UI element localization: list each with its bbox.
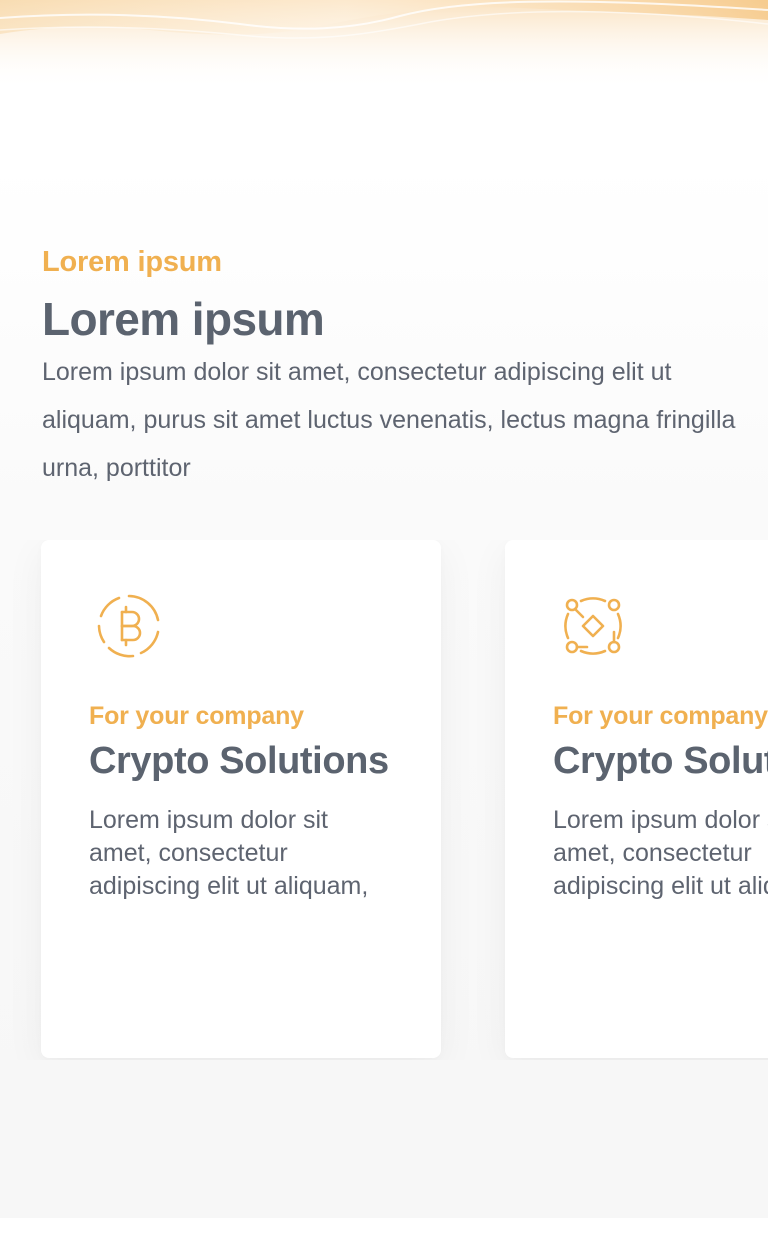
card-title: Crypto Solutions <box>89 740 389 782</box>
section-title: Lorem ipsum <box>42 293 325 345</box>
feature-card[interactable]: For your company Crypto Solutions Lorem … <box>505 540 768 1058</box>
section-eyebrow: Lorem ipsum <box>42 246 222 278</box>
decorative-wave-header <box>0 0 768 90</box>
card-eyebrow: For your company <box>89 702 304 730</box>
card-text: Lorem ipsum dolor sit amet, consectetur … <box>89 806 369 900</box>
feature-cards: For your company Crypto Solutions Lorem … <box>0 540 768 1060</box>
card-title: Crypto Solutions <box>553 740 768 782</box>
blockchain-network-icon <box>564 597 622 655</box>
section-description: Lorem ipsum dolor sit amet, consectetur … <box>42 358 736 482</box>
feature-card[interactable]: For your company Crypto Solutions Lorem … <box>41 540 441 1058</box>
card-eyebrow: For your company <box>553 702 768 730</box>
bitcoin-icon <box>97 594 160 658</box>
card-text: Lorem ipsum dolor sit amet, consectetur … <box>553 806 768 900</box>
